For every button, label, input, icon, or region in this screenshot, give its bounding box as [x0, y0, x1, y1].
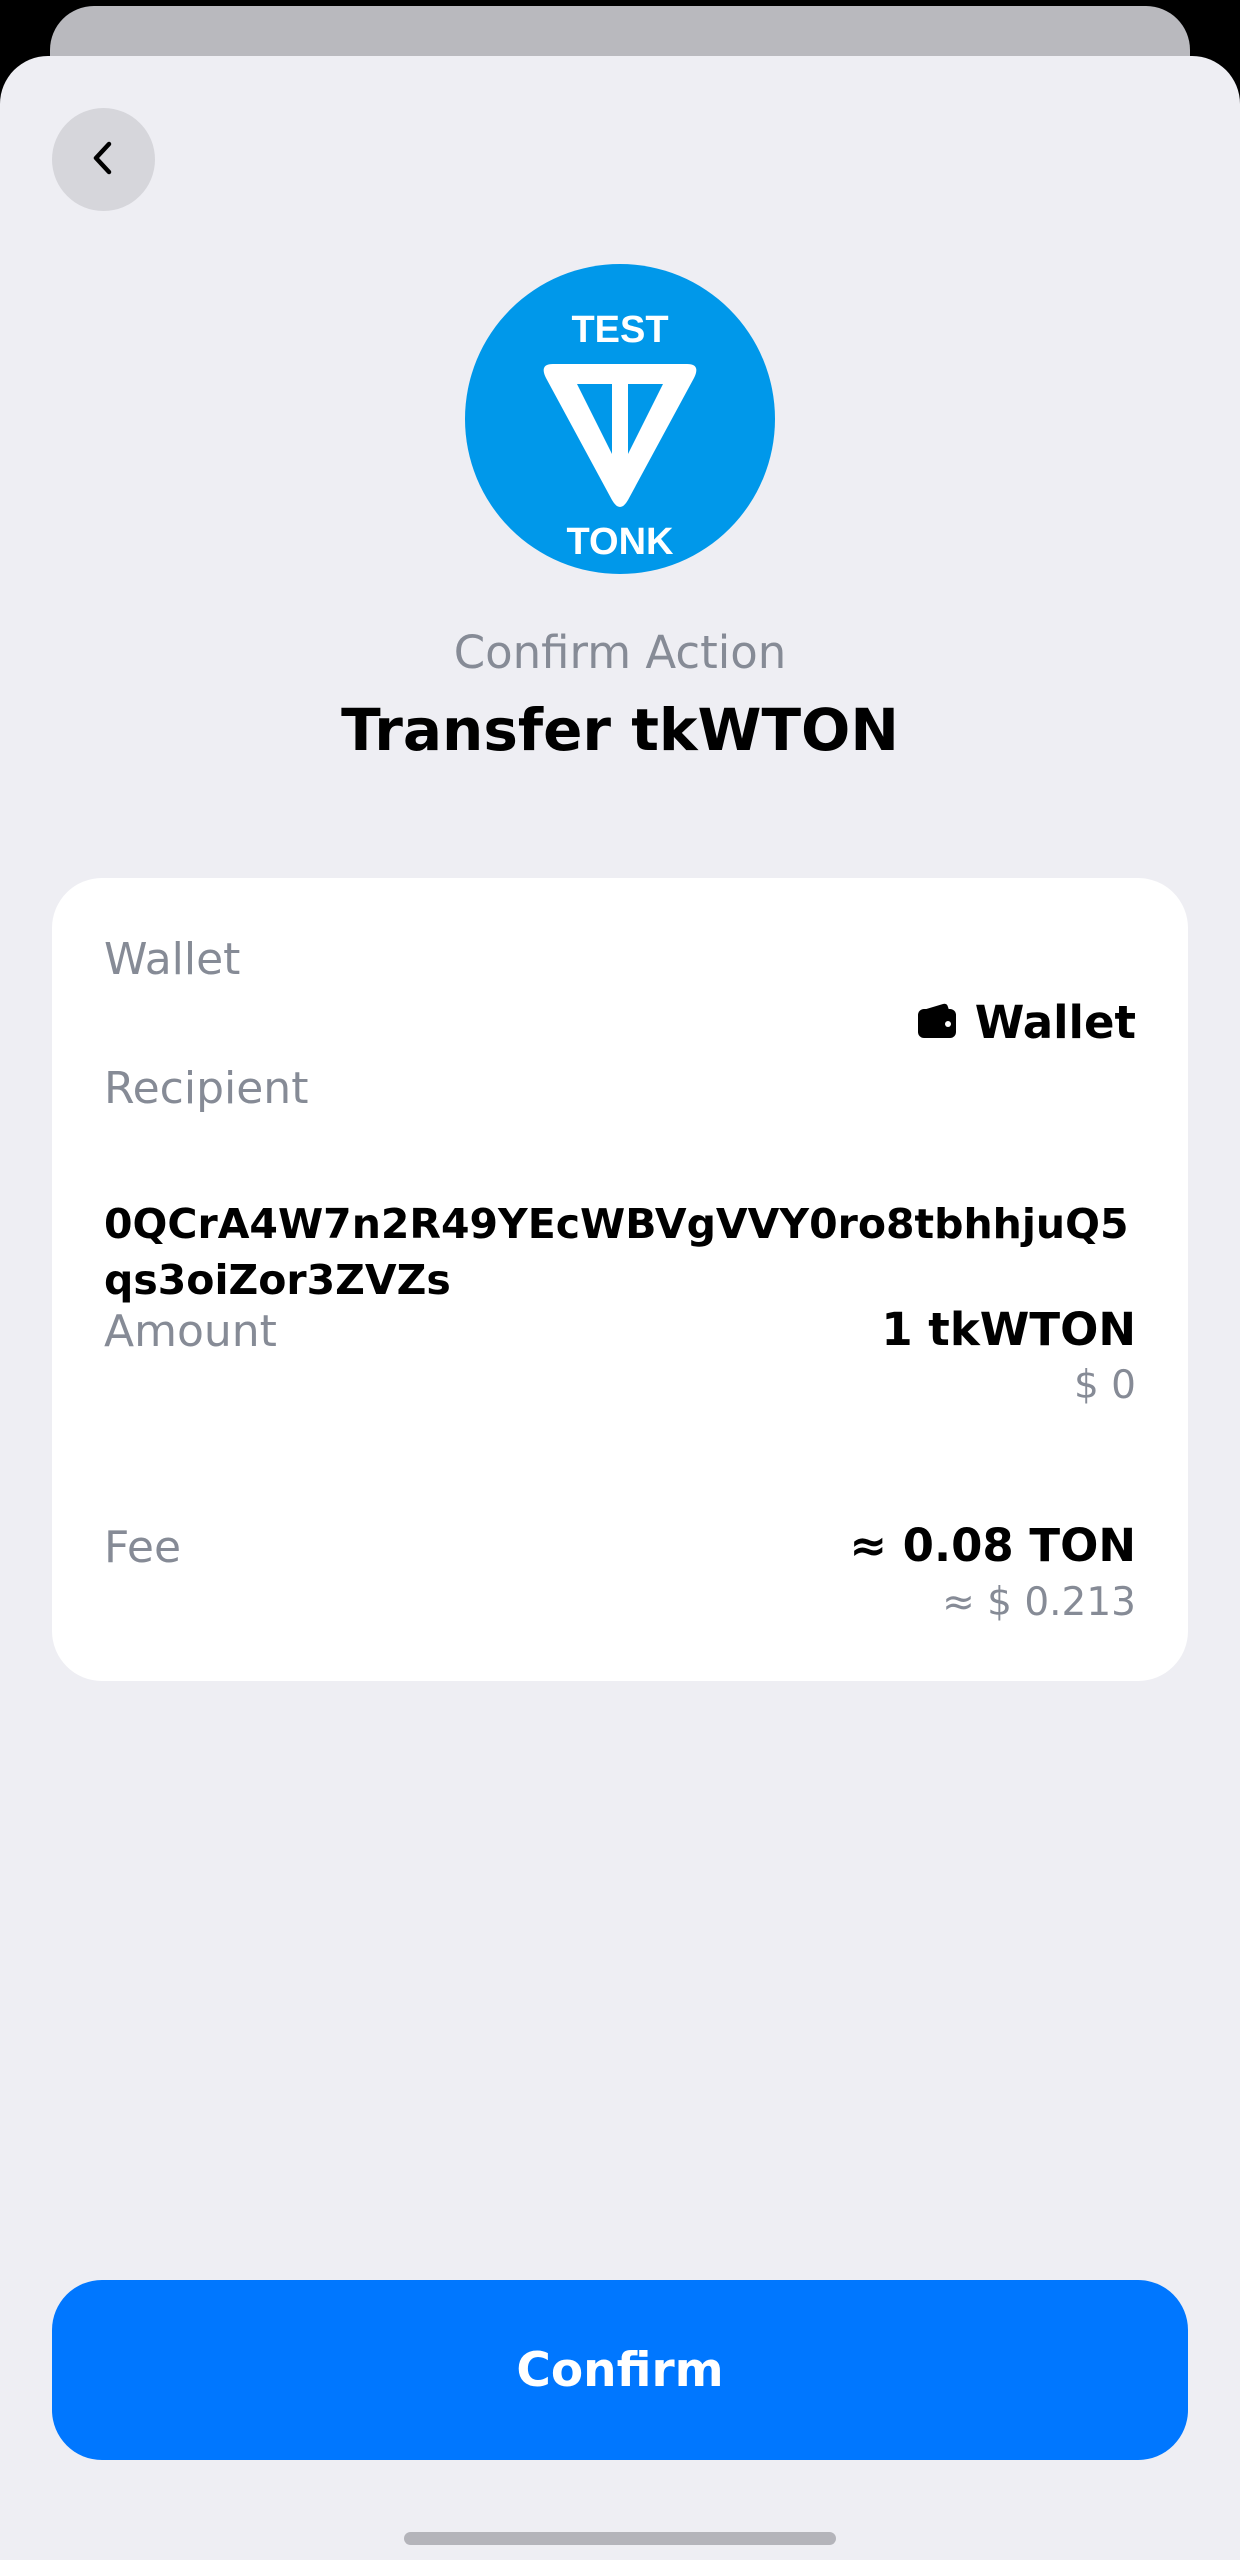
- details-card: Wallet Wallet Recipient 0QCrA4W7n2R49YEc…: [52, 878, 1188, 1681]
- back-button[interactable]: [52, 108, 155, 211]
- fee-label: Fee: [104, 1522, 182, 1573]
- amount-value: 1 tkWTON: [881, 1303, 1136, 1356]
- fee-value: ≈ 0.08 TON: [849, 1519, 1136, 1572]
- logo-bottom-text: TONK: [567, 521, 675, 563]
- amount-label: Amount: [104, 1306, 277, 1357]
- confirm-sheet: TEST TONK Confirm Action Transfer tkWTON…: [0, 56, 1240, 2560]
- chevron-left-icon: [84, 138, 124, 182]
- amount-fiat: $ 0: [1073, 1363, 1136, 1408]
- confirm-action-subtitle: Confirm Action: [453, 626, 787, 679]
- home-indicator: [404, 2532, 836, 2545]
- wallet-label: Wallet: [104, 934, 241, 985]
- token-logo: TEST TONK: [465, 264, 775, 574]
- recipient-label: Recipient: [104, 1063, 309, 1114]
- wallet-icon: [917, 1003, 957, 1043]
- wallet-value: Wallet: [917, 996, 1136, 1049]
- recipient-address: 0QCrA4W7n2R49YEcWBVgVVY0ro8tbhhjuQ5qs3oi…: [104, 1200, 1129, 1304]
- fee-fiat: ≈ $ 0.213: [942, 1580, 1136, 1625]
- logo-top-text: TEST: [571, 309, 668, 351]
- page-title: Transfer tkWTON: [341, 696, 899, 764]
- wallet-name: Wallet: [974, 996, 1136, 1049]
- confirm-button[interactable]: Confirm: [52, 2280, 1188, 2460]
